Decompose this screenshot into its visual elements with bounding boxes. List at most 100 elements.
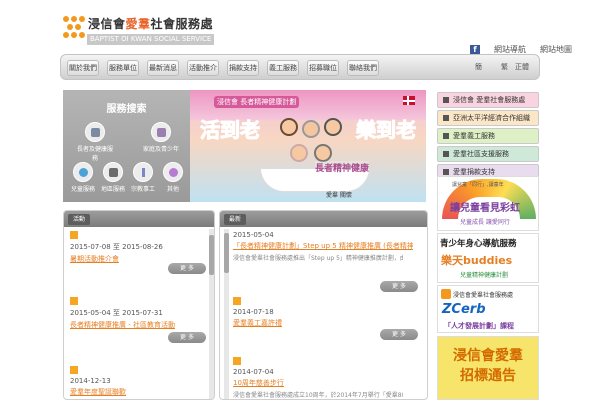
scrollbar[interactable] bbox=[224, 229, 229, 399]
zcerb-logo-icon bbox=[441, 289, 451, 299]
side-menu-label: 愛羣義工服務 bbox=[453, 132, 495, 140]
activities-panel-header: 活動 bbox=[64, 211, 214, 227]
banner-top-text: 浸信會 長者精神健康計劃 bbox=[214, 96, 300, 108]
tab-activities[interactable]: 活動 bbox=[68, 214, 90, 225]
more-button[interactable]: 更 多 bbox=[380, 281, 418, 292]
nav-item-news[interactable]: 最新消息 bbox=[147, 60, 179, 76]
tender-line-1: 浸信會愛羣 bbox=[453, 348, 523, 364]
entry-title-link[interactable]: 愛羣年度聖誕聯歡 bbox=[70, 387, 126, 397]
nav-item-contact[interactable]: 聯絡我們 bbox=[347, 60, 379, 76]
star-icon[interactable] bbox=[163, 162, 183, 182]
rainbow-banner[interactable]: 讓兒童「同行」,讓童年 讓兒童看見彩虹 兒童成長 讓愛同行 bbox=[437, 176, 539, 231]
entry-desc: 浸信會愛羣社會服務處成立10周年，於2014年7月舉行「愛羣80」慈善步行，籌得… bbox=[233, 392, 403, 399]
service-label-family[interactable]: 家庭及青少年 bbox=[141, 144, 181, 153]
briefcase-icon[interactable] bbox=[103, 162, 123, 182]
banner-left-text: 活到老 bbox=[200, 118, 261, 143]
entry-title-link[interactable]: 愛羣義工嘉許禮 bbox=[233, 318, 282, 328]
lang-standard[interactable]: 正體 bbox=[515, 62, 529, 72]
zcerb-sub: 「人才發展計劃」課程 bbox=[444, 322, 514, 330]
entry-date: 2015-05-04 bbox=[233, 231, 274, 239]
family-icon[interactable] bbox=[151, 122, 171, 142]
cross-icon[interactable] bbox=[133, 162, 153, 182]
entry-title-link[interactable]: 長者精神健康推廣 - 社區教育活動 bbox=[70, 320, 175, 330]
square-bullet-icon bbox=[70, 366, 78, 374]
link-sitemap[interactable]: 網站地圖 bbox=[540, 44, 572, 55]
list-item: 2015-05-04 「長者精神健康計劃」Step up 5 精神健康推廣 (長… bbox=[233, 231, 413, 262]
bullet-icon bbox=[443, 115, 449, 121]
tender-line-2: 招標通告 bbox=[460, 368, 516, 384]
more-button[interactable]: 更 多 bbox=[168, 332, 206, 343]
entry-date: 2015-05-04 至 2015-07-31 bbox=[70, 309, 163, 317]
zcerb-brand: ZCerb bbox=[442, 302, 486, 317]
nav-item-units[interactable]: 服務單位 bbox=[107, 60, 139, 76]
entry-date: 2014-12-13 bbox=[70, 377, 111, 385]
facebook-icon[interactable]: f bbox=[470, 44, 480, 55]
org-name-cn: 浸信會愛羣社會服務處 bbox=[88, 17, 214, 31]
list-item: 2014-07-04 10周年慈善步行 浸信會愛羣社會服務處成立10周年，於20… bbox=[233, 357, 403, 399]
square-bullet-icon bbox=[70, 231, 78, 239]
list-item: 2015-05-04 至 2015-07-31 長者精神健康推廣 - 社區教育活… bbox=[70, 297, 175, 330]
rainbow-main-text: 讓兒童看見彩虹 bbox=[450, 203, 520, 214]
home-icon[interactable] bbox=[85, 122, 105, 142]
entry-title-link[interactable]: 暑期活動推介會 bbox=[70, 254, 163, 264]
square-bullet-icon bbox=[233, 357, 241, 365]
bullet-icon bbox=[443, 97, 449, 103]
hero-banner[interactable]: 浸信會 長者精神健康計劃 活到老 樂到老 長者精神健康 愛羣 關懷 bbox=[190, 90, 426, 202]
service-label-other[interactable]: 其他 bbox=[153, 184, 193, 193]
org-logo[interactable]: 浸信會愛羣社會服務處 BAPTIST OI KWAN SOCIAL SERVIC… bbox=[63, 14, 223, 48]
rainbow-top-text: 讓兒童「同行」,讓童年 bbox=[452, 182, 504, 188]
bullet-icon bbox=[443, 133, 449, 139]
main-nav: 關於我們 服務單位 最新消息 活動推介 捐款支持 義工服務 招募職位 聯絡我們 … bbox=[60, 54, 540, 80]
entry-title-link[interactable]: 10周年慈善步行 bbox=[233, 378, 403, 388]
entry-date: 2014-07-04 bbox=[233, 368, 274, 376]
tender-notice-banner[interactable]: 浸信會愛羣 招標通告 bbox=[437, 336, 539, 400]
rainbow-sub-text: 兒童成長 讓愛同行 bbox=[460, 219, 510, 226]
entry-desc: 浸信會愛羣社會服務處推出「Step up 5」精神健康推廣計劃，由2008年起與… bbox=[233, 255, 403, 262]
news-panel-header: 最新 bbox=[220, 211, 427, 227]
teen-sub: 兒童精神健康計劃 bbox=[460, 272, 509, 279]
tab-news[interactable]: 最新 bbox=[224, 214, 246, 225]
news-panel: 最新 2015-05-04 「長者精神健康計劃」Step up 5 精神健康推廣… bbox=[219, 210, 428, 400]
nav-item-jobs[interactable]: 招募職位 bbox=[307, 60, 339, 76]
bullet-icon bbox=[443, 169, 449, 175]
entry-title-link[interactable]: 「長者精神健康計劃」Step up 5 精神健康推廣 (長者精神健康專題講座系列… bbox=[233, 241, 413, 251]
service-label-elderly[interactable]: 長者及健康服務 bbox=[75, 144, 115, 162]
bullet-icon bbox=[443, 151, 449, 157]
more-button[interactable]: 更 多 bbox=[380, 329, 418, 340]
list-item: 2014-12-13 愛羣年度聖誕聯歡 bbox=[70, 366, 126, 397]
zcerb-org: 浸信會愛羣社會服務處 bbox=[453, 292, 514, 299]
service-search-panel: 服務搜索 長者及健康服務 家庭及青少年 兒童服務 地區服務 宗教事工 其他 bbox=[63, 90, 190, 202]
more-button[interactable]: 更 多 bbox=[168, 263, 206, 274]
square-bullet-icon bbox=[233, 297, 241, 305]
nav-item-donate[interactable]: 捐款支持 bbox=[227, 60, 259, 76]
logo-mark-icon bbox=[63, 16, 85, 40]
nav-item-about[interactable]: 關於我們 bbox=[67, 60, 99, 76]
scrollbar[interactable] bbox=[209, 229, 214, 399]
flag-icon bbox=[403, 96, 415, 105]
side-menu-item-4[interactable]: 愛羣社區支援服務 bbox=[437, 146, 539, 162]
chat-icon[interactable] bbox=[73, 162, 93, 182]
nav-item-volunteer[interactable]: 義工服務 bbox=[267, 60, 299, 76]
entry-date: 2014-07-18 bbox=[233, 308, 274, 316]
banner-right-text: 樂到老 bbox=[356, 118, 417, 143]
banner-logo-text: 愛羣 關懷 bbox=[326, 192, 352, 199]
banner-subtitle: 長者精神健康 bbox=[315, 161, 370, 174]
org-name-en: BAPTIST OI KWAN SOCIAL SERVICE bbox=[87, 34, 215, 45]
nav-item-events[interactable]: 活動推介 bbox=[187, 60, 219, 76]
lang-simplified[interactable]: 簡 bbox=[475, 62, 482, 72]
side-menu-item-1[interactable]: 浸信會 愛羣社會服務處 bbox=[437, 92, 539, 108]
activities-panel: 活動 2015-07-08 至 2015-08-26 暑期活動推介會 更 多 2… bbox=[63, 210, 215, 400]
lang-traditional[interactable]: 繁 bbox=[501, 62, 508, 72]
teen-brand: 樂天buddies bbox=[441, 254, 513, 267]
side-menu-label: 浸信會 愛羣社會服務處 bbox=[453, 96, 526, 104]
teen-title: 青少年身心導航服務 bbox=[440, 239, 517, 249]
teen-service-banner[interactable]: 青少年身心導航服務 樂天buddies 兒童精神健康計劃 bbox=[437, 233, 539, 283]
side-menu-label: 愛羣捐款支持 bbox=[453, 168, 495, 176]
zcerb-banner[interactable]: 浸信會愛羣社會服務處 ZCerb 「人才發展計劃」課程 bbox=[437, 285, 539, 333]
service-search-title: 服務搜索 bbox=[106, 104, 147, 115]
side-menu-label: 愛羣社區支援服務 bbox=[453, 150, 509, 158]
list-item: 2014-07-18 愛羣義工嘉許禮 bbox=[233, 297, 282, 328]
side-menu-item-2[interactable]: 亞洲太平洋經濟合作組織 (APEC) bbox=[437, 110, 539, 136]
entry-date: 2015-07-08 至 2015-08-26 bbox=[70, 243, 163, 251]
side-menu-item-3[interactable]: 愛羣義工服務 bbox=[437, 128, 539, 144]
